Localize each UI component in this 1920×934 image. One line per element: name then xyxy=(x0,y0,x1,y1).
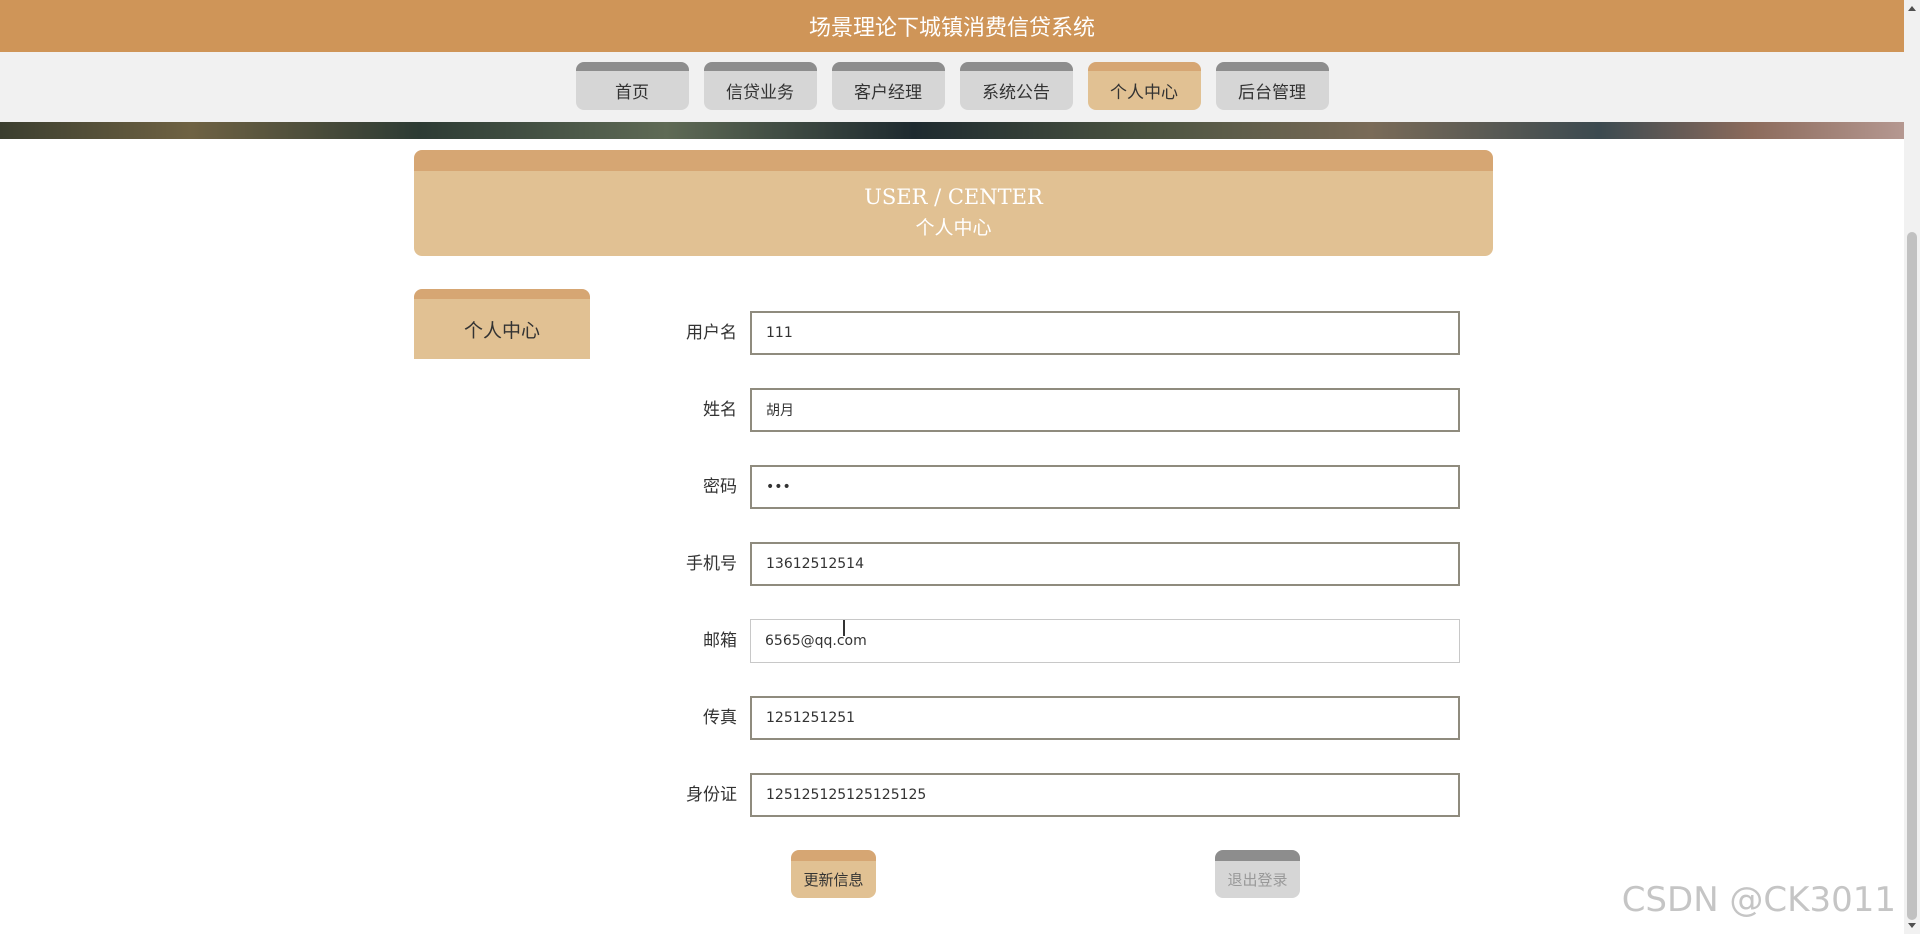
page-title-cn: 个人中心 xyxy=(915,217,992,239)
username-label: 用户名 xyxy=(686,323,737,343)
app-title-bar: 场景理论下城镇消费信贷系统 xyxy=(0,0,1904,52)
form-row-email: 邮箱 xyxy=(660,619,1460,663)
username-field[interactable] xyxy=(750,311,1460,355)
name-field[interactable] xyxy=(750,388,1460,432)
form-row-username: 用户名 xyxy=(660,311,1460,355)
fax-field[interactable] xyxy=(750,696,1460,740)
scroll-down-arrow-icon[interactable] xyxy=(1908,923,1916,928)
password-field[interactable] xyxy=(750,465,1460,509)
form-row-name: 姓名 xyxy=(660,388,1460,432)
banner-image-strip xyxy=(0,122,1904,139)
nav-item-announcements[interactable]: 系统公告 xyxy=(959,62,1073,110)
nav-item-home[interactable]: 首页 xyxy=(575,62,689,110)
logout-button[interactable]: 退出登录 xyxy=(1215,850,1300,898)
main-nav: 首页 信贷业务 客户经理 系统公告 个人中心 后台管理 xyxy=(0,62,1904,110)
nav-item-credit-business[interactable]: 信贷业务 xyxy=(703,62,817,110)
idcard-label: 身份证 xyxy=(686,785,737,805)
scroll-up-arrow-icon[interactable] xyxy=(1908,6,1916,11)
nav-item-admin[interactable]: 后台管理 xyxy=(1215,62,1329,110)
text-cursor-icon xyxy=(843,620,845,636)
page-scrollbar[interactable] xyxy=(1904,0,1920,934)
idcard-field[interactable] xyxy=(750,773,1460,817)
nav-item-account-manager[interactable]: 客户经理 xyxy=(831,62,945,110)
page-title-en: USER / CENTER xyxy=(864,185,1043,209)
app-title: 场景理论下城镇消费信贷系统 xyxy=(808,16,1095,41)
password-label: 密码 xyxy=(703,477,737,497)
sidebar-tab-user-center[interactable]: 个人中心 xyxy=(414,289,590,359)
phone-label: 手机号 xyxy=(686,554,737,574)
update-info-button[interactable]: 更新信息 xyxy=(791,850,876,898)
watermark: CSDN @CK3011 xyxy=(1621,880,1896,920)
form-row-password: 密码 xyxy=(660,465,1460,509)
form-row-fax: 传真 xyxy=(660,696,1460,740)
form-row-idcard: 身份证 xyxy=(660,773,1460,817)
email-label: 邮箱 xyxy=(703,631,737,651)
phone-field[interactable] xyxy=(750,542,1460,586)
name-label: 姓名 xyxy=(703,400,737,420)
form-row-phone: 手机号 xyxy=(660,542,1460,586)
email-field[interactable] xyxy=(750,619,1460,663)
fax-label: 传真 xyxy=(703,708,737,728)
scroll-thumb[interactable] xyxy=(1907,232,1917,920)
page-title-panel: USER / CENTER 个人中心 xyxy=(414,150,1493,256)
nav-item-user-center[interactable]: 个人中心 xyxy=(1087,62,1201,110)
